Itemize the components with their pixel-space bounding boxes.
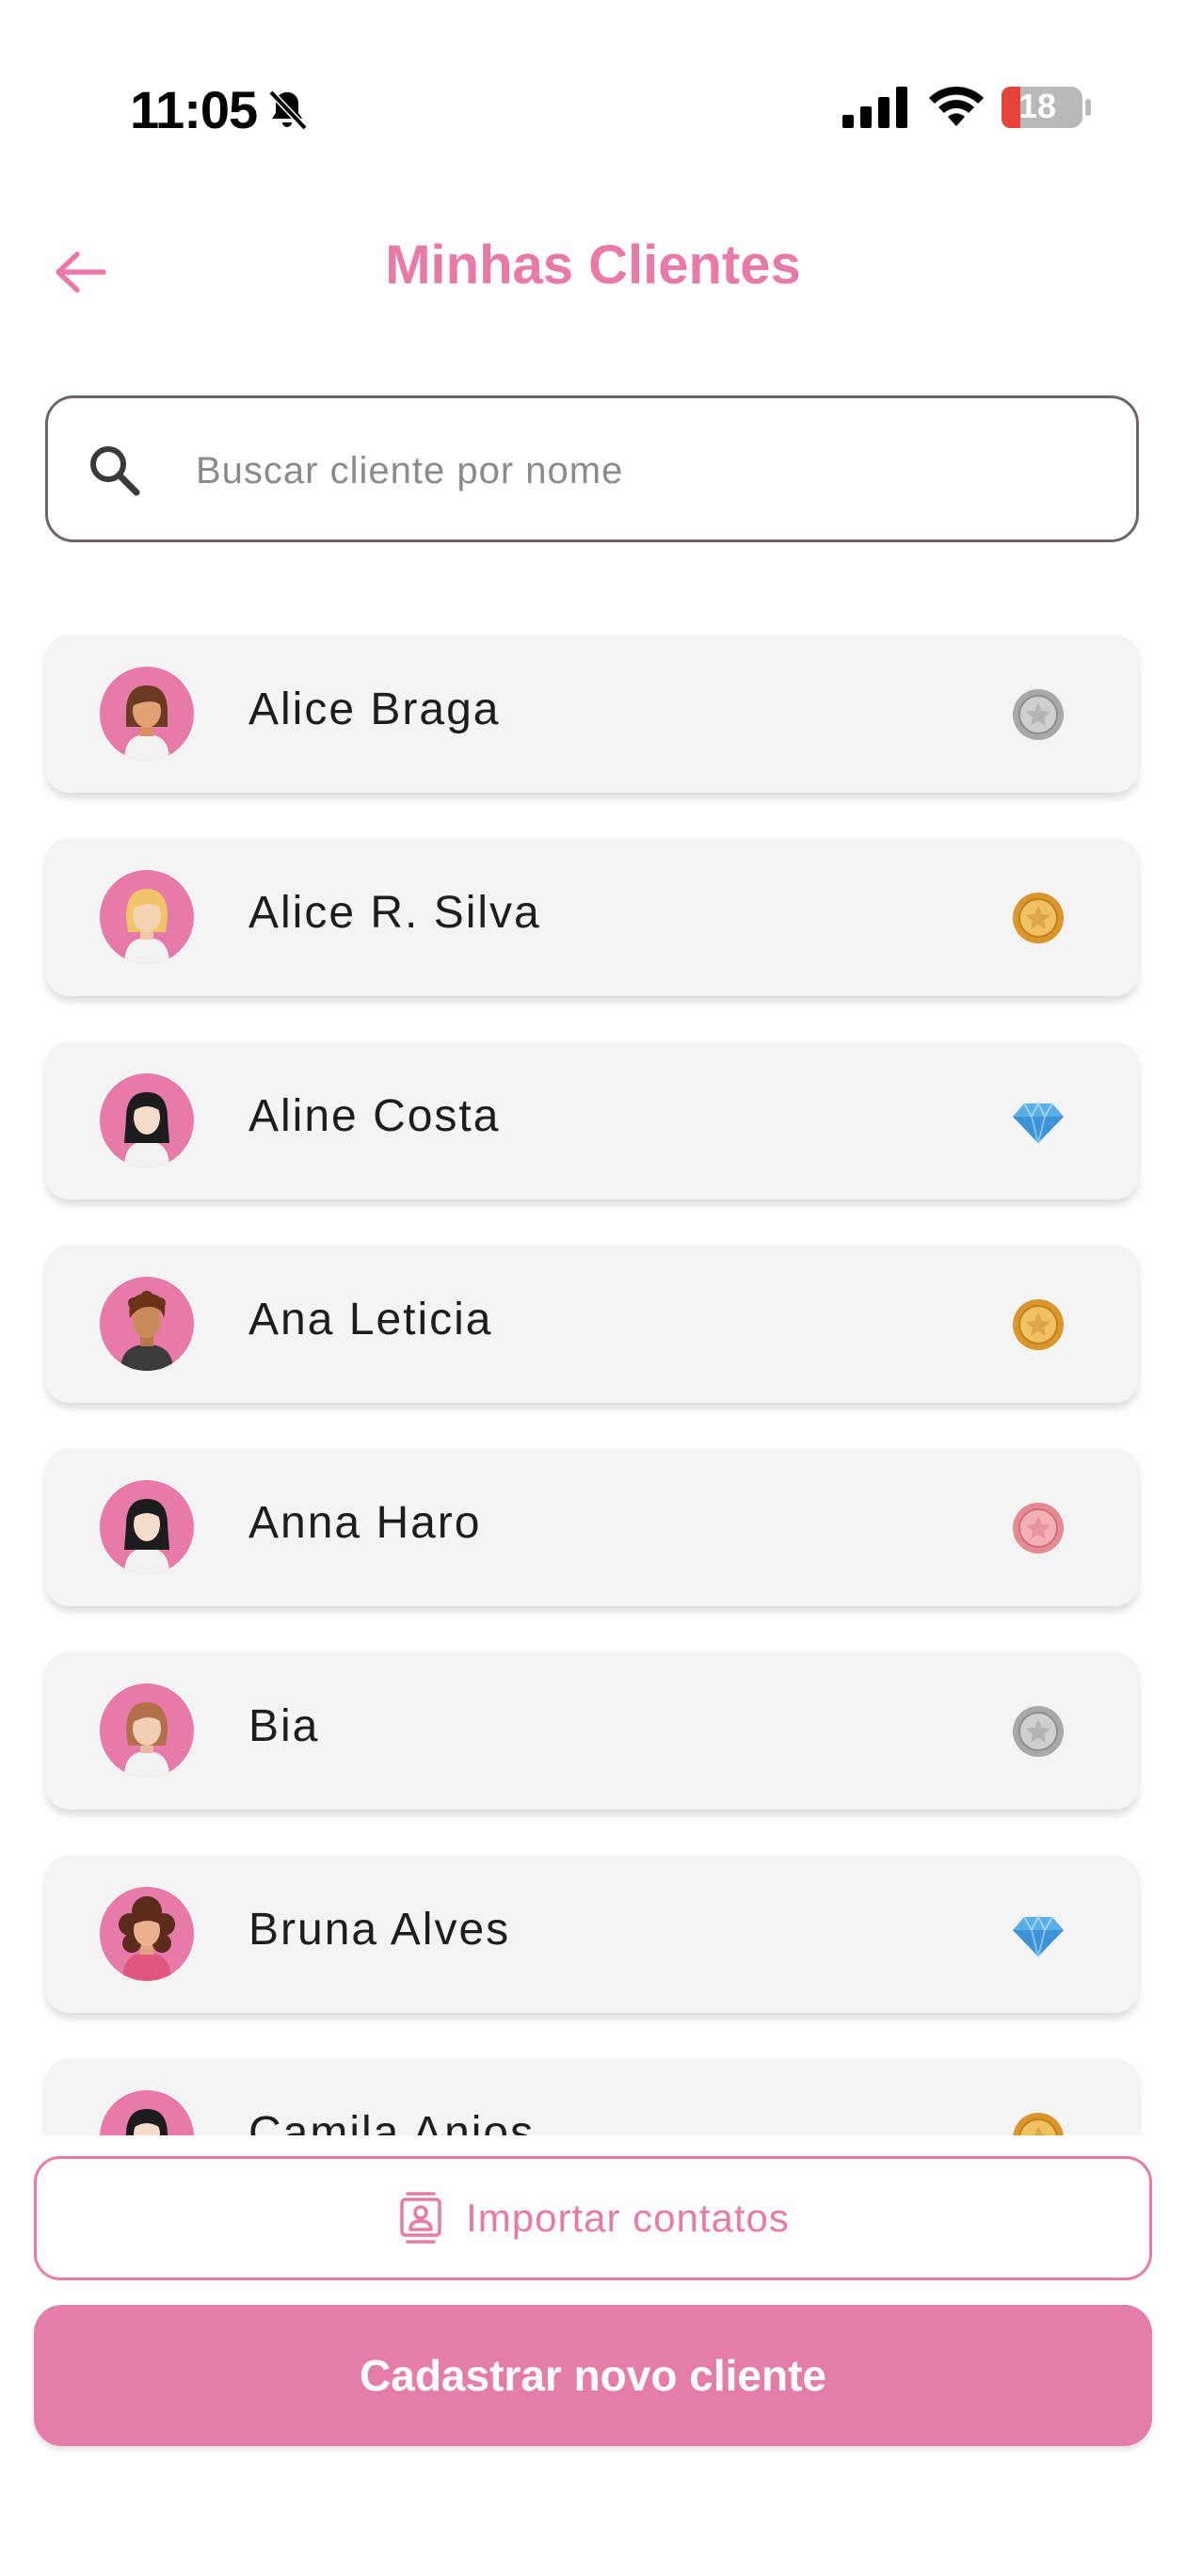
rose-medal-icon bbox=[1013, 1503, 1064, 1554]
client-name: Anna Haro bbox=[248, 1498, 482, 1548]
client-name: Bruna Alves bbox=[248, 1905, 511, 1955]
import-contacts-button[interactable]: Importar contatos bbox=[34, 2156, 1152, 2280]
cellular-signal-icon bbox=[842, 87, 907, 128]
import-contacts-label: Importar contatos bbox=[466, 2196, 790, 2240]
client-card[interactable]: Bia bbox=[45, 1651, 1139, 1810]
woman-avatar-icon bbox=[124, 889, 169, 964]
status-time: 11:05 bbox=[130, 80, 258, 139]
page-title: Minhas Clientes bbox=[385, 234, 801, 296]
client-name: Camila Anjos bbox=[248, 2108, 536, 2135]
client-avatar bbox=[100, 667, 194, 761]
silver-medal-icon bbox=[1013, 689, 1064, 740]
client-avatar bbox=[100, 2090, 194, 2135]
bell-off-icon bbox=[268, 89, 308, 131]
contacts-book-icon bbox=[400, 2192, 441, 2244]
gold-medal-icon bbox=[1013, 893, 1064, 943]
register-client-button[interactable]: Cadastrar novo cliente bbox=[34, 2305, 1152, 2446]
status-bar: 11:05 18 bbox=[0, 0, 1186, 169]
search-input[interactable] bbox=[194, 436, 1092, 506]
client-list[interactable]: Alice Braga Alice R. Silva Aline Costa A… bbox=[0, 621, 1186, 2135]
client-card[interactable]: Aline Costa bbox=[45, 1041, 1139, 1199]
client-name: Aline Costa bbox=[248, 1091, 501, 1141]
client-avatar bbox=[100, 1073, 194, 1167]
client-name: Bia bbox=[248, 1701, 320, 1751]
client-name: Alice Braga bbox=[248, 684, 501, 734]
battery-level: 18 bbox=[1018, 87, 1057, 125]
client-name: Alice R. Silva bbox=[248, 888, 541, 938]
client-card[interactable]: Alice R. Silva bbox=[45, 838, 1139, 996]
diamond-icon bbox=[1013, 1914, 1064, 1957]
diamond-icon bbox=[1013, 1101, 1064, 1144]
client-avatar bbox=[100, 1683, 194, 1778]
woman-avatar-icon bbox=[124, 1702, 169, 1778]
woman-avatar-icon bbox=[124, 1499, 169, 1574]
person-avatar-icon bbox=[120, 1291, 173, 1371]
client-avatar bbox=[100, 1277, 194, 1371]
search-icon bbox=[90, 446, 140, 496]
client-card[interactable]: Anna Haro bbox=[45, 1448, 1139, 1606]
search-box[interactable] bbox=[45, 395, 1139, 542]
silver-medal-icon bbox=[1013, 1706, 1064, 1757]
client-card[interactable]: Camila Anjos bbox=[45, 2058, 1139, 2135]
woman-avatar-icon bbox=[124, 1092, 169, 1167]
register-client-label: Cadastrar novo cliente bbox=[360, 2351, 826, 2400]
client-avatar bbox=[100, 870, 194, 964]
client-card[interactable]: Alice Braga bbox=[45, 635, 1139, 793]
client-name: Ana Leticia bbox=[248, 1295, 493, 1344]
client-card[interactable]: Bruna Alves bbox=[45, 1855, 1139, 2013]
gold-medal-icon bbox=[1013, 2113, 1064, 2135]
client-avatar bbox=[100, 1480, 194, 1574]
client-card[interactable]: Ana Leticia bbox=[45, 1245, 1139, 1403]
woman-avatar-icon bbox=[126, 2109, 168, 2135]
woman-avatar-icon bbox=[124, 685, 169, 761]
wifi-icon bbox=[929, 86, 984, 126]
client-avatar bbox=[100, 1887, 194, 1981]
woman-avatar-icon bbox=[119, 1896, 175, 1981]
gold-medal-icon bbox=[1013, 1299, 1064, 1350]
